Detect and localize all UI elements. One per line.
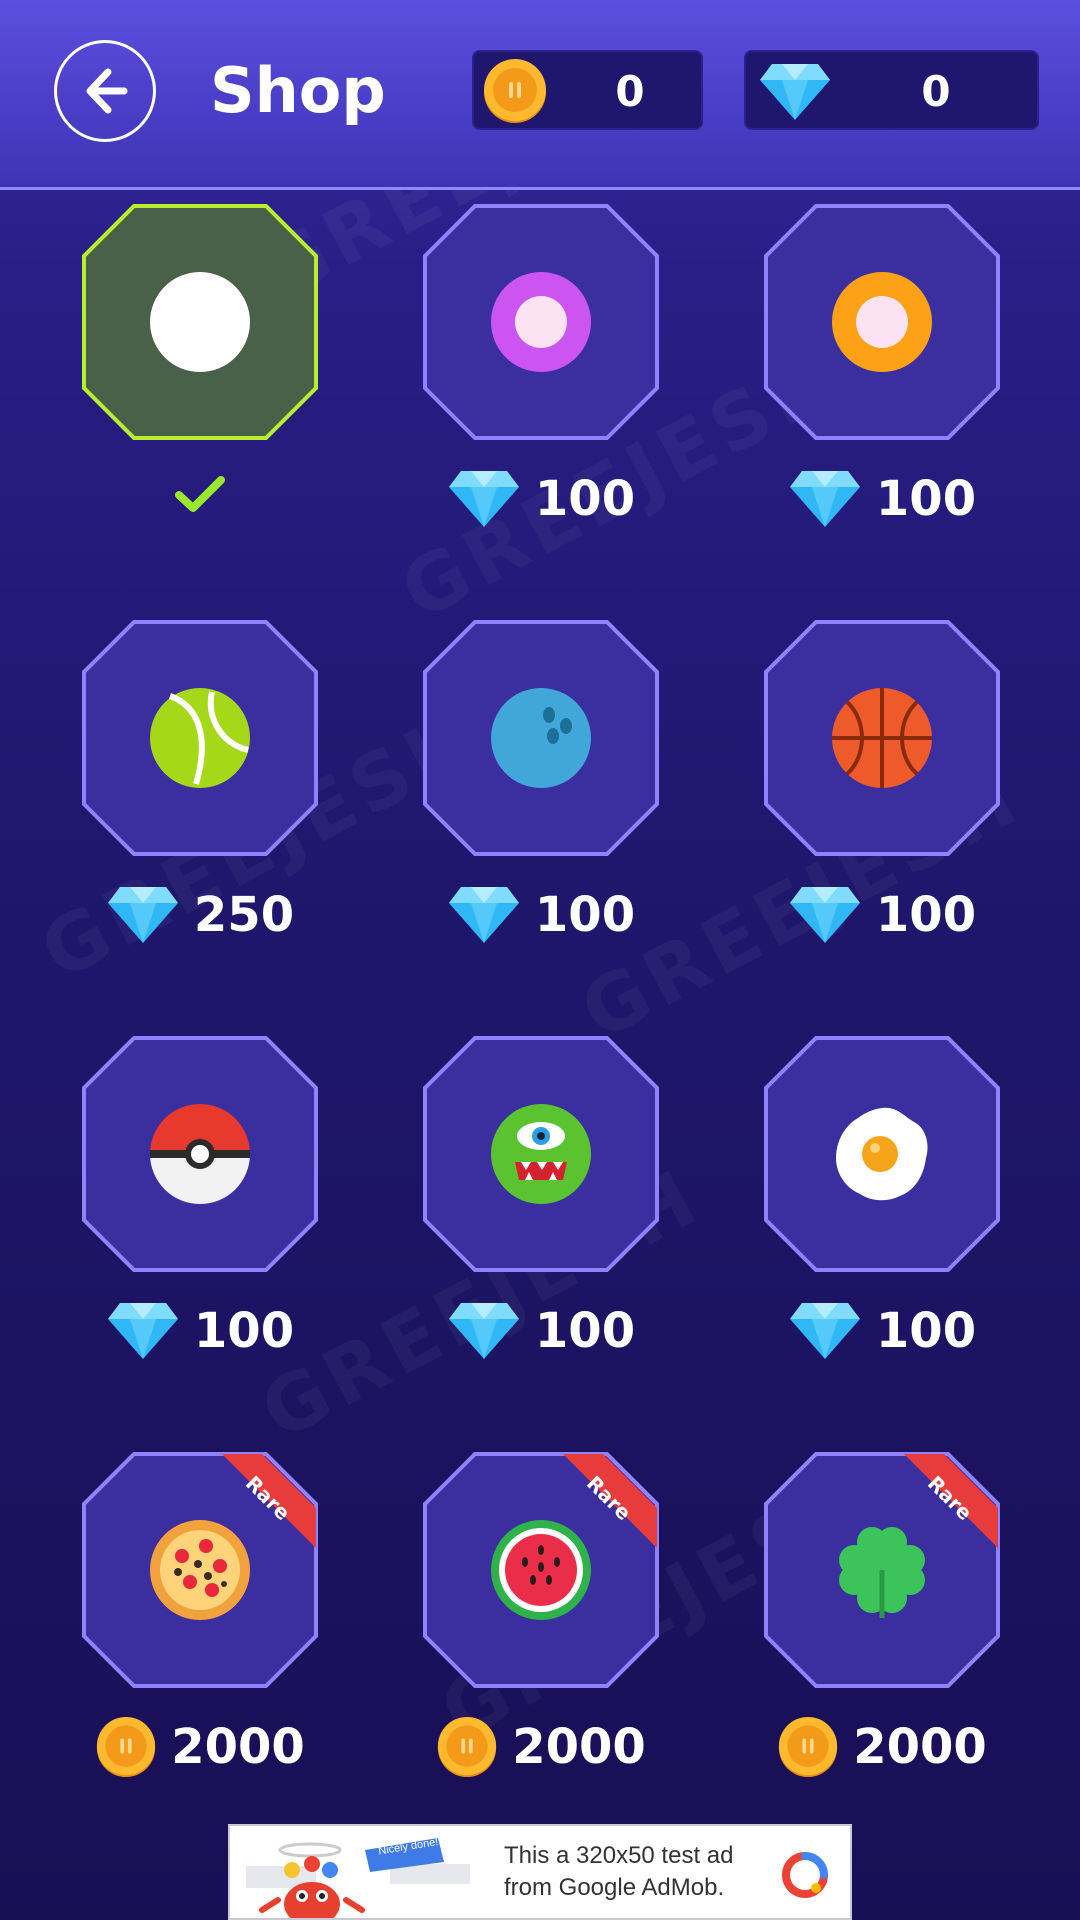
basketball-icon — [832, 688, 932, 788]
item-price: 100 — [764, 1296, 1000, 1366]
coin-balance: 0 — [472, 50, 703, 130]
item-price: 250 — [82, 880, 318, 950]
white-ball-icon — [150, 272, 250, 372]
item-price: 2000 — [423, 1712, 659, 1782]
orange-ring-ball-icon — [832, 272, 932, 372]
shop-item-orange-ring-ball[interactable] — [764, 204, 1000, 440]
gem-count: 0 — [921, 67, 951, 116]
fried-egg-icon — [836, 1107, 928, 1201]
coin-icon — [779, 1716, 838, 1778]
coin-count: 0 — [615, 67, 645, 116]
watermelon-icon — [491, 1520, 591, 1620]
price-amount: 100 — [534, 887, 636, 943]
bowling-ball-icon — [491, 688, 591, 788]
price-amount: 2000 — [853, 1719, 987, 1775]
item-price: 100 — [423, 880, 659, 950]
ad-text-line1: This a 320x50 test ad — [504, 1842, 734, 1869]
arrow-left-icon — [86, 68, 128, 114]
gem-icon — [448, 471, 519, 527]
gem-icon — [107, 887, 178, 943]
shop-item-clover[interactable]: Rare — [764, 1452, 1000, 1688]
item-price: 100 — [764, 464, 1000, 534]
gem-icon — [107, 1303, 178, 1359]
shop-item-watermelon[interactable]: Rare — [423, 1452, 659, 1688]
price-amount: 100 — [875, 471, 977, 527]
coin-icon — [438, 1716, 497, 1778]
ad-mascot-image — [246, 1838, 470, 1918]
shop-item-pokeball[interactable] — [82, 1036, 318, 1272]
coin-icon — [484, 59, 546, 123]
item-price: 100 — [764, 880, 1000, 950]
ad-text: This a 320x50 test ad from Google AdMob. — [504, 1840, 764, 1904]
price-amount: 100 — [534, 471, 636, 527]
tennis-ball-icon — [150, 688, 250, 788]
shop-item-white-ball[interactable] — [82, 204, 318, 440]
pokeball-icon — [150, 1104, 250, 1204]
shop-item-purple-ring-ball[interactable] — [423, 204, 659, 440]
coin-icon — [97, 1716, 156, 1778]
gem-icon — [789, 471, 860, 527]
purple-ring-ball-icon — [491, 272, 591, 372]
selected-checkmark — [82, 460, 318, 530]
price-amount: 250 — [193, 887, 295, 943]
gem-icon — [760, 64, 830, 120]
price-amount: 2000 — [171, 1719, 305, 1775]
page-title: Shop — [210, 54, 386, 127]
shop-item-fried-egg[interactable] — [764, 1036, 1000, 1272]
gem-icon — [448, 1303, 519, 1359]
item-price: 100 — [82, 1296, 318, 1366]
clover-icon — [839, 1527, 925, 1618]
back-button[interactable] — [54, 40, 156, 142]
shop-header: Shop 0 0 — [0, 0, 1080, 190]
gem-icon — [789, 1303, 860, 1359]
admob-logo-icon — [782, 1852, 828, 1898]
gem-icon — [448, 887, 519, 943]
monster-ball-icon — [491, 1104, 591, 1204]
item-price: 100 — [423, 1296, 659, 1366]
price-amount: 100 — [193, 1303, 295, 1359]
shop-item-pizza[interactable]: Rare — [82, 1452, 318, 1688]
item-price: 2000 — [82, 1712, 318, 1782]
pizza-icon — [150, 1520, 250, 1620]
price-amount: 100 — [875, 887, 977, 943]
shop-item-tennis-ball[interactable] — [82, 620, 318, 856]
gem-icon — [789, 887, 860, 943]
shop-item-basketball[interactable] — [764, 620, 1000, 856]
ad-banner[interactable]: Nicely done! This a 320x50 test ad from … — [228, 1824, 852, 1920]
shop-item-monster-ball[interactable] — [423, 1036, 659, 1272]
gem-balance: 0 — [744, 50, 1039, 130]
item-price: 2000 — [764, 1712, 1000, 1782]
price-amount: 2000 — [512, 1719, 646, 1775]
price-amount: 100 — [534, 1303, 636, 1359]
item-price: 100 — [423, 464, 659, 534]
shop-item-bowling-ball[interactable] — [423, 620, 659, 856]
price-amount: 100 — [875, 1303, 977, 1359]
check-icon — [175, 476, 225, 512]
ad-text-line2: from Google AdMob. — [504, 1874, 725, 1901]
